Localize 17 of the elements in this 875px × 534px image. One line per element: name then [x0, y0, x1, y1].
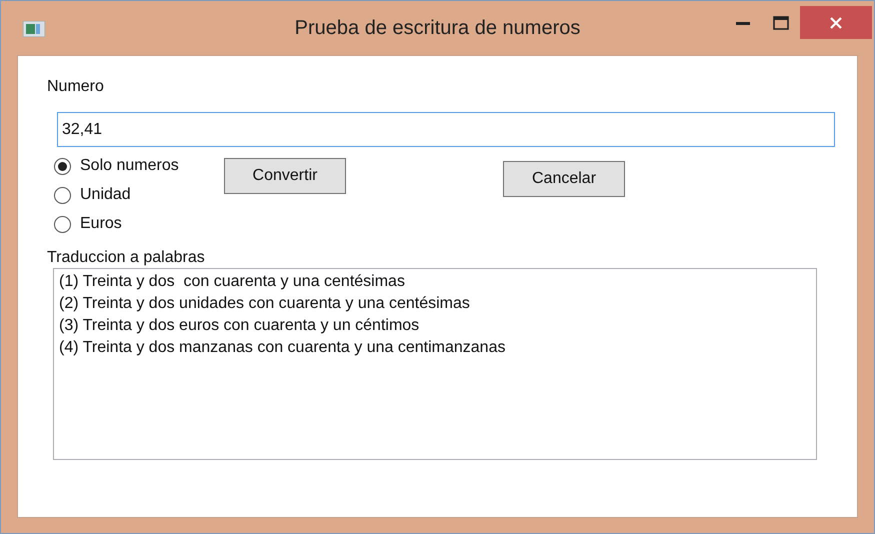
radio-option[interactable]: Euros: [54, 215, 224, 233]
app-icon: [23, 21, 45, 37]
window-title: Prueba de escritura de numeros: [294, 17, 580, 40]
number-label: Numero: [47, 78, 105, 96]
maximize-icon: [773, 16, 789, 30]
output-line: (1) Treinta y dos con cuarenta y una centésimas: [59, 273, 406, 291]
number-field[interactable]: 32,41: [57, 112, 835, 147]
output-line: (4) Treinta y dos manzanas con cuarenta y una centimanzanas: [59, 339, 506, 357]
convert-button[interactable]: Convertir: [224, 158, 346, 194]
output-line: (3) Treinta y dos euros con cuarenta y un céntimos: [59, 317, 420, 335]
output-line: (2) Treinta y dos unidades con cuarenta y una centésimas: [59, 295, 471, 313]
radio-option[interactable]: Unidad: [54, 186, 224, 204]
output-label: Traduccion a palabras: [47, 249, 206, 267]
close-icon: [829, 16, 843, 30]
cancel-button[interactable]: Cancelar: [503, 161, 625, 197]
radio-option[interactable]: Solo numeros: [54, 157, 224, 175]
minimize-icon: [736, 20, 750, 24]
